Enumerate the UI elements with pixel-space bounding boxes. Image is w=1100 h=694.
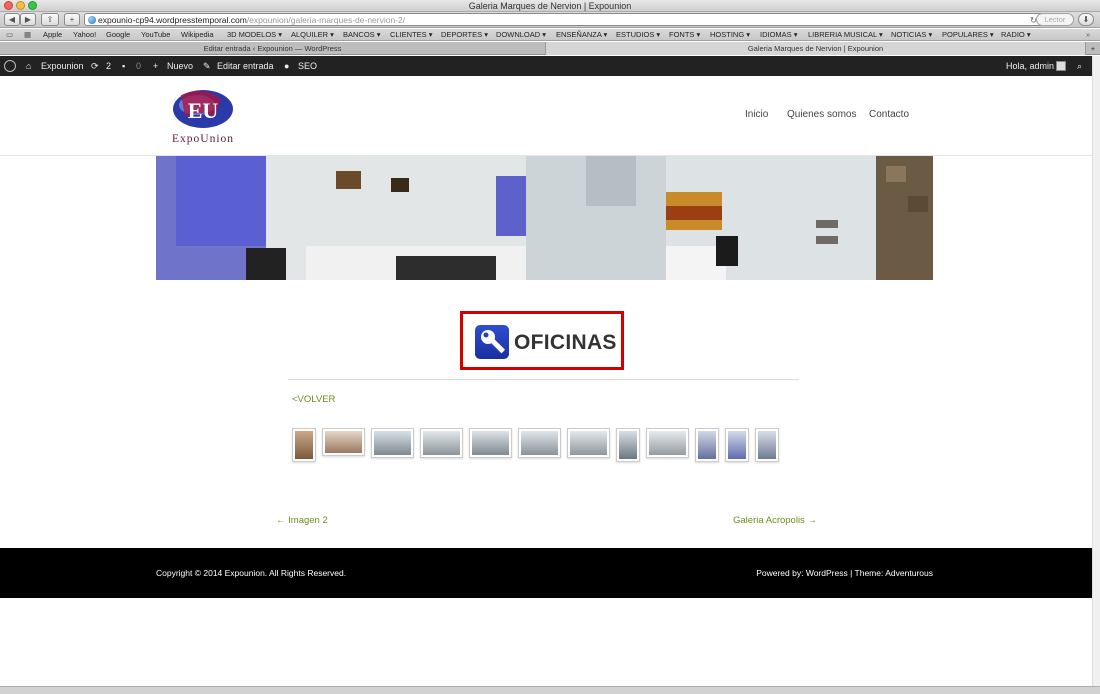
bookmark-item[interactable]: Yahoo!: [73, 29, 96, 41]
more-bookmarks-icon[interactable]: »: [1086, 29, 1090, 41]
edit-entry-link[interactable]: Editar entrada: [217, 56, 274, 76]
prev-image-link[interactable]: ← Imagen 2: [276, 515, 328, 526]
forward-button[interactable]: ▶: [20, 13, 36, 26]
bookmark-item[interactable]: Apple: [43, 29, 62, 41]
bookmark-item[interactable]: RADIO ▾: [1001, 29, 1031, 41]
bookmark-item[interactable]: CLIENTES ▾: [390, 29, 433, 41]
gallery-thumb[interactable]: [371, 428, 414, 458]
url-path: /expounion/galeria-marques-de-nervion-2/: [246, 15, 406, 25]
svg-text:EU: EU: [188, 98, 219, 123]
badge-label: OFICINAS: [514, 331, 617, 354]
oficinas-badge: OFICINAS: [460, 311, 624, 370]
plus-icon: +: [153, 61, 159, 71]
globe-icon: [88, 16, 96, 24]
bookmark-item[interactable]: POPULARES ▾: [942, 29, 994, 41]
next-gallery-link[interactable]: Galeria Acropolis →: [733, 515, 817, 526]
bookmark-item[interactable]: Google: [106, 29, 130, 41]
footer-credits: Powered by: WordPress | Theme: Adventuro…: [756, 568, 933, 578]
wordpress-logo-icon[interactable]: [4, 60, 16, 72]
new-link[interactable]: Nuevo: [167, 56, 193, 76]
bookmark-item[interactable]: DEPORTES ▾: [441, 29, 488, 41]
downloads-button[interactable]: ⬇: [1078, 13, 1094, 26]
pencil-icon: ✎: [203, 61, 211, 71]
seo-status-icon: ●: [284, 61, 290, 71]
theme-label: Theme:: [854, 568, 884, 578]
back-link[interactable]: <VOLVER: [292, 394, 335, 405]
credits-separator: |: [850, 568, 853, 578]
search-icon[interactable]: ⌕: [1077, 56, 1082, 76]
tab-bar: Editar entrada ‹ Expounion — WordPress G…: [0, 42, 1100, 55]
tab-gallery[interactable]: Galeria Marques de Nervion | Expounion: [546, 42, 1086, 55]
gallery-thumb[interactable]: [695, 428, 719, 462]
seo-link[interactable]: SEO: [298, 56, 317, 76]
page-scrollbar[interactable]: [1092, 56, 1100, 686]
gallery-thumb[interactable]: [292, 428, 316, 462]
bookmark-item[interactable]: YouTube: [141, 29, 170, 41]
bookmark-item[interactable]: FONTS ▾: [669, 29, 700, 41]
hero-office-image: [156, 156, 933, 280]
bookmark-item[interactable]: LIBRERIA MUSICAL ▾: [808, 29, 883, 41]
divider: [288, 379, 799, 380]
tab-edit-entry[interactable]: Editar entrada ‹ Expounion — WordPress: [0, 42, 546, 55]
site-footer: Copyright © 2014 Expounion. All Rights R…: [0, 548, 1092, 598]
logo-text: ExpoUnion: [172, 133, 234, 145]
gallery-thumb[interactable]: [420, 428, 463, 458]
wordpress-link[interactable]: WordPress: [806, 568, 848, 578]
key-icon: [475, 325, 509, 359]
url-host: expounio-cp94.wordpresstemporal.com: [98, 15, 247, 25]
gallery-thumb[interactable]: [725, 428, 749, 462]
bookmark-item[interactable]: BANCOS ▾: [343, 29, 381, 41]
updates-icon[interactable]: ⟳: [91, 56, 99, 76]
theme-link[interactable]: Adventurous: [885, 568, 933, 578]
comments-count[interactable]: 0: [136, 56, 141, 76]
bookmark-item[interactable]: 3D MODELOS ▾: [227, 29, 282, 41]
site-name-link[interactable]: Expounion: [41, 56, 84, 76]
browser-toolbar: ◀ ▶ ⇪ + expounio-cp94.wordpresstemporal.…: [0, 12, 1100, 28]
nav-contacto[interactable]: Contacto: [869, 109, 909, 120]
gallery-thumb[interactable]: [567, 428, 610, 458]
powered-by-label: Powered by:: [756, 568, 804, 578]
share-button[interactable]: ⇪: [41, 13, 59, 26]
tab-label: Galeria Marques de Nervion | Expounion: [747, 44, 884, 53]
bookmark-item[interactable]: Wikipedia: [181, 29, 214, 41]
add-tab-button[interactable]: +: [1086, 42, 1100, 55]
reading-list-icon[interactable]: ▭: [6, 29, 13, 41]
gallery-thumb[interactable]: [755, 428, 779, 462]
nav-quienes-somos[interactable]: Quienes somos: [787, 109, 856, 120]
address-bar[interactable]: expounio-cp94.wordpresstemporal.com/expo…: [84, 13, 1044, 26]
new-tab-button[interactable]: +: [64, 13, 80, 26]
gallery-thumb[interactable]: [322, 428, 365, 456]
gallery-thumbnails: [0, 428, 1092, 462]
site-logo[interactable]: EU ExpoUnion: [159, 87, 247, 145]
bookmark-item[interactable]: NOTICIAS ▾: [891, 29, 932, 41]
gallery-thumb[interactable]: [518, 428, 561, 458]
bookmark-item[interactable]: IDIOMAS ▾: [760, 29, 798, 41]
bookmark-item[interactable]: DOWNLOAD ▾: [496, 29, 546, 41]
avatar[interactable]: [1056, 61, 1066, 71]
window-title: Galeria Marques de Nervion | Expounion: [468, 1, 632, 11]
updates-count[interactable]: 2: [106, 56, 111, 76]
wp-admin-bar: ⌂ Expounion ⟳ 2 ▪ 0 + Nuevo ✎ Editar ent…: [0, 56, 1092, 76]
gallery-thumb[interactable]: [616, 428, 640, 462]
nav-inicio[interactable]: Inicio: [745, 109, 768, 120]
tab-label: Editar entrada ‹ Expounion — WordPress: [203, 44, 342, 53]
home-icon: ⌂: [26, 61, 32, 71]
bookmarks-bar: ▭ ▦ Apple Yahoo! Google YouTube Wikipedi…: [0, 29, 1100, 41]
reader-button[interactable]: Lector: [1036, 13, 1074, 26]
browser-status-bar: [0, 686, 1100, 694]
account-greeting[interactable]: Hola, admin: [1006, 56, 1054, 76]
back-button[interactable]: ◀: [4, 13, 20, 26]
comments-icon[interactable]: ▪: [122, 56, 125, 76]
window-titlebar: Galeria Marques de Nervion | Expounion: [0, 0, 1100, 12]
bookmark-item[interactable]: ALQUILER ▾: [291, 29, 334, 41]
gallery-thumb[interactable]: [646, 428, 689, 458]
gallery-thumb[interactable]: [469, 428, 512, 458]
bookmark-item[interactable]: HOSTING ▾: [710, 29, 750, 41]
bookmark-item[interactable]: ENSEÑANZA ▾: [556, 29, 607, 41]
bookmark-item[interactable]: ESTUDIOS ▾: [616, 29, 660, 41]
top-sites-icon[interactable]: ▦: [24, 29, 31, 41]
copyright-text: Copyright © 2014 Expounion. All Rights R…: [156, 568, 347, 578]
